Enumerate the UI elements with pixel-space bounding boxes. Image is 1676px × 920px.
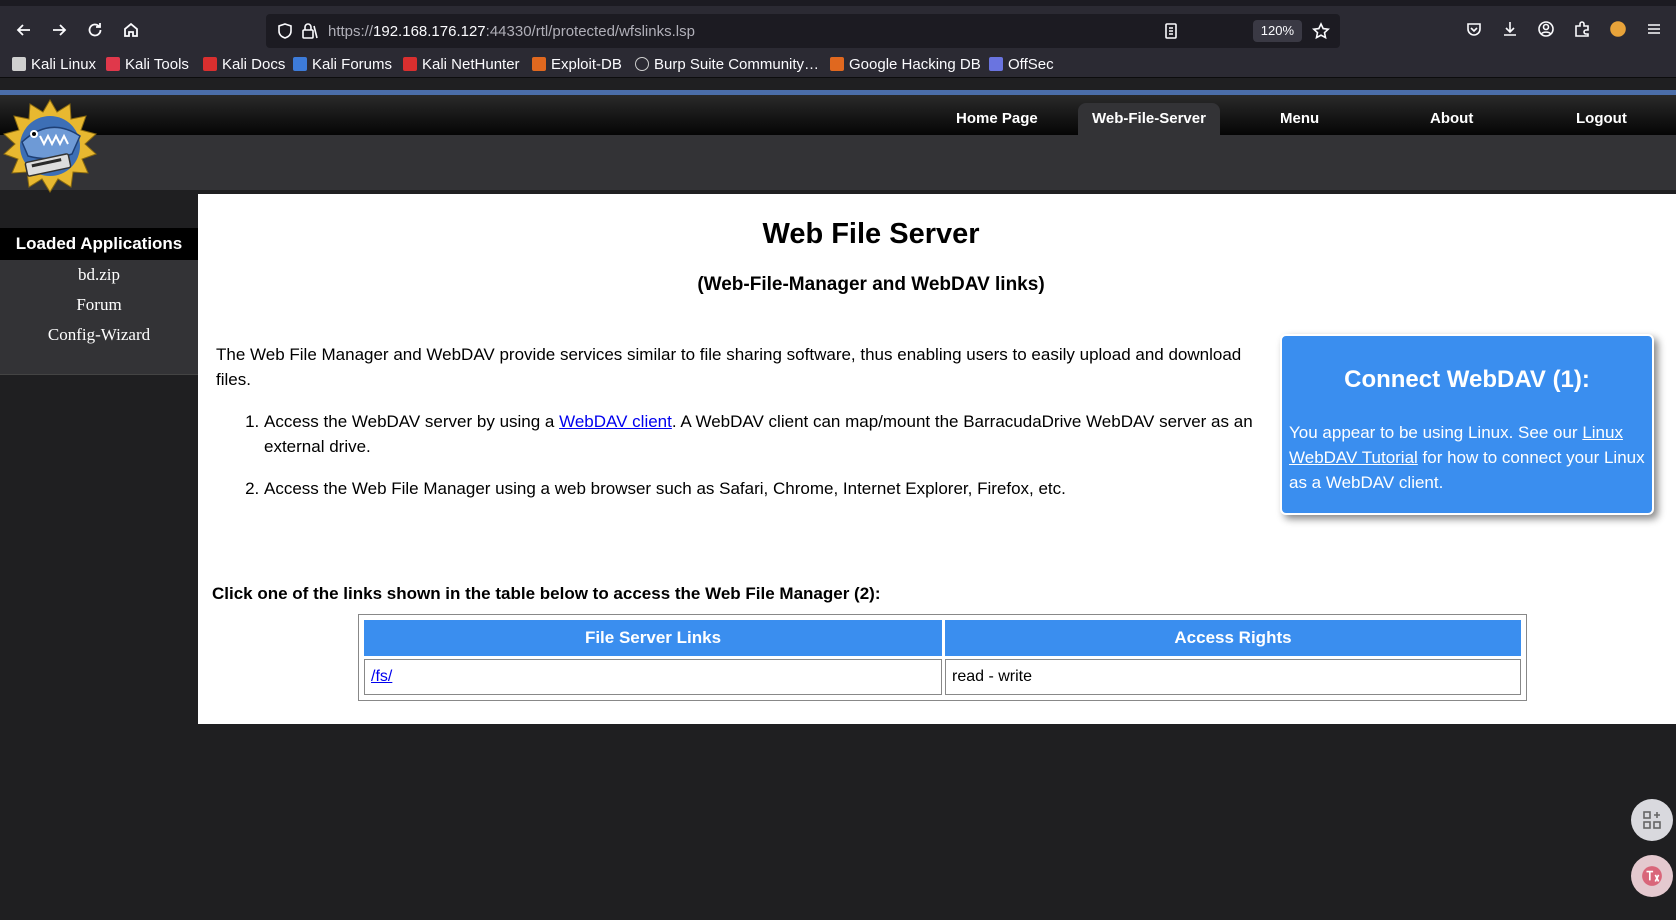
nav-tab-menu[interactable]: Menu bbox=[1266, 103, 1333, 135]
table-row: /fs/ read - write bbox=[364, 659, 1521, 695]
shield-icon[interactable] bbox=[276, 22, 294, 40]
bookmark-google-hacking-db[interactable]: Google Hacking DB bbox=[830, 53, 981, 75]
bookmark-kali-tools[interactable]: Kali Tools bbox=[106, 53, 189, 75]
loaded-applications-heading: Loaded Applications bbox=[0, 228, 198, 260]
bookmark-kali-forums[interactable]: Kali Forums bbox=[293, 53, 392, 75]
ghdb-icon bbox=[830, 57, 844, 71]
hamburger-menu-icon[interactable] bbox=[1645, 20, 1663, 43]
extension-badge-icon[interactable] bbox=[1609, 20, 1627, 43]
file-server-link-cell: /fs/ bbox=[364, 659, 942, 695]
extensions-icon[interactable] bbox=[1573, 20, 1591, 43]
sidebar-item-config-wizard[interactable]: Config-Wizard bbox=[0, 325, 198, 345]
bookmark-star-icon[interactable] bbox=[1311, 22, 1331, 40]
connect-webdav-title: Connect WebDAV (1): bbox=[1344, 366, 1590, 393]
nav-tab-logout[interactable]: Logout bbox=[1562, 103, 1641, 135]
table-instruction: Click one of the links shown in the tabl… bbox=[212, 584, 881, 603]
barracuda-logo[interactable] bbox=[2, 98, 98, 194]
bookmark-kali-linux[interactable]: Kali Linux bbox=[12, 53, 96, 75]
webdav-client-link[interactable]: WebDAV client bbox=[559, 412, 672, 431]
kali-docs-icon bbox=[203, 57, 217, 71]
intro-paragraph: The Web File Manager and WebDAV provide … bbox=[216, 345, 1242, 389]
bookmark-exploit-db[interactable]: Exploit-DB bbox=[532, 53, 622, 75]
reader-view-icon[interactable] bbox=[1162, 22, 1180, 40]
access-rights-cell: read - write bbox=[945, 659, 1521, 695]
file-server-links-table: File Server Links Access Rights /fs/ rea… bbox=[358, 614, 1527, 701]
bookmark-burp-suite[interactable]: Burp Suite Community… bbox=[635, 53, 819, 75]
page-subtitle: (Web-File-Manager and WebDAV links) bbox=[697, 274, 1045, 295]
nav-tab-about[interactable]: About bbox=[1416, 103, 1487, 135]
fs-link[interactable]: /fs/ bbox=[371, 668, 392, 685]
steps-list: Access the WebDAV server by using a WebD… bbox=[264, 409, 1264, 518]
page-title: Web File Server bbox=[762, 218, 980, 250]
browser-toolbar: https://192.168.176.127:44330/rtl/protec… bbox=[0, 0, 1676, 50]
nethunter-icon bbox=[403, 57, 417, 71]
account-icon[interactable] bbox=[1537, 20, 1555, 43]
column-header-access-rights: Access Rights bbox=[945, 620, 1521, 656]
bookmark-offsec[interactable]: OffSec bbox=[989, 53, 1054, 75]
bookmark-kali-docs[interactable]: Kali Docs bbox=[203, 53, 285, 75]
site-header: Home Page Web-File-Server Menu About Log… bbox=[0, 95, 1676, 135]
step-webdav-client: Access the WebDAV server by using a WebD… bbox=[264, 409, 1264, 459]
lock-warning-icon[interactable] bbox=[300, 22, 318, 40]
zoom-level-badge[interactable]: 120% bbox=[1252, 20, 1302, 42]
exploit-db-icon bbox=[532, 57, 546, 71]
reload-icon[interactable] bbox=[81, 16, 109, 44]
offsec-icon bbox=[989, 57, 1003, 71]
nav-tab-web-file-server[interactable]: Web-File-Server bbox=[1078, 103, 1220, 135]
globe-icon bbox=[635, 57, 649, 71]
download-icon[interactable] bbox=[1501, 20, 1519, 43]
translate-icon[interactable] bbox=[1631, 855, 1673, 897]
sidebar-app-list: bd.zip Forum Config-Wizard bbox=[0, 260, 198, 375]
url-bar[interactable]: https://192.168.176.127:44330/rtl/protec… bbox=[266, 14, 1340, 48]
kali-forums-icon bbox=[293, 57, 307, 71]
connect-webdav-text: You appear to be using Linux. See our Li… bbox=[1289, 423, 1645, 492]
column-header-file-server-links: File Server Links bbox=[364, 620, 942, 656]
pocket-icon[interactable] bbox=[1465, 20, 1483, 43]
kali-tools-icon bbox=[106, 57, 120, 71]
home-icon[interactable] bbox=[117, 16, 145, 44]
main-content: Web File Server (Web-File-Manager and We… bbox=[198, 190, 1676, 724]
web-page: Home Page Web-File-Server Menu About Log… bbox=[0, 78, 1676, 920]
back-arrow-icon[interactable] bbox=[10, 16, 38, 44]
kali-dragon-icon bbox=[12, 57, 26, 71]
forward-arrow-icon[interactable] bbox=[45, 16, 73, 44]
bookmarks-bar: Kali Linux Kali Tools Kali Docs Kali For… bbox=[0, 50, 1676, 78]
sidebar-item-bd-zip[interactable]: bd.zip bbox=[0, 265, 198, 285]
grid-add-icon[interactable] bbox=[1631, 799, 1673, 841]
sidebar-item-forum[interactable]: Forum bbox=[0, 295, 198, 315]
bookmark-kali-nethunter[interactable]: Kali NetHunter bbox=[403, 53, 520, 75]
nav-tab-home-page[interactable]: Home Page bbox=[942, 103, 1052, 135]
step-web-file-manager: Access the Web File Manager using a web … bbox=[264, 476, 1264, 501]
url-text[interactable]: https://192.168.176.127:44330/rtl/protec… bbox=[328, 23, 695, 40]
header-subbar bbox=[0, 135, 1676, 190]
connect-webdav-box: Connect WebDAV (1): You appear to be usi… bbox=[1280, 334, 1654, 515]
